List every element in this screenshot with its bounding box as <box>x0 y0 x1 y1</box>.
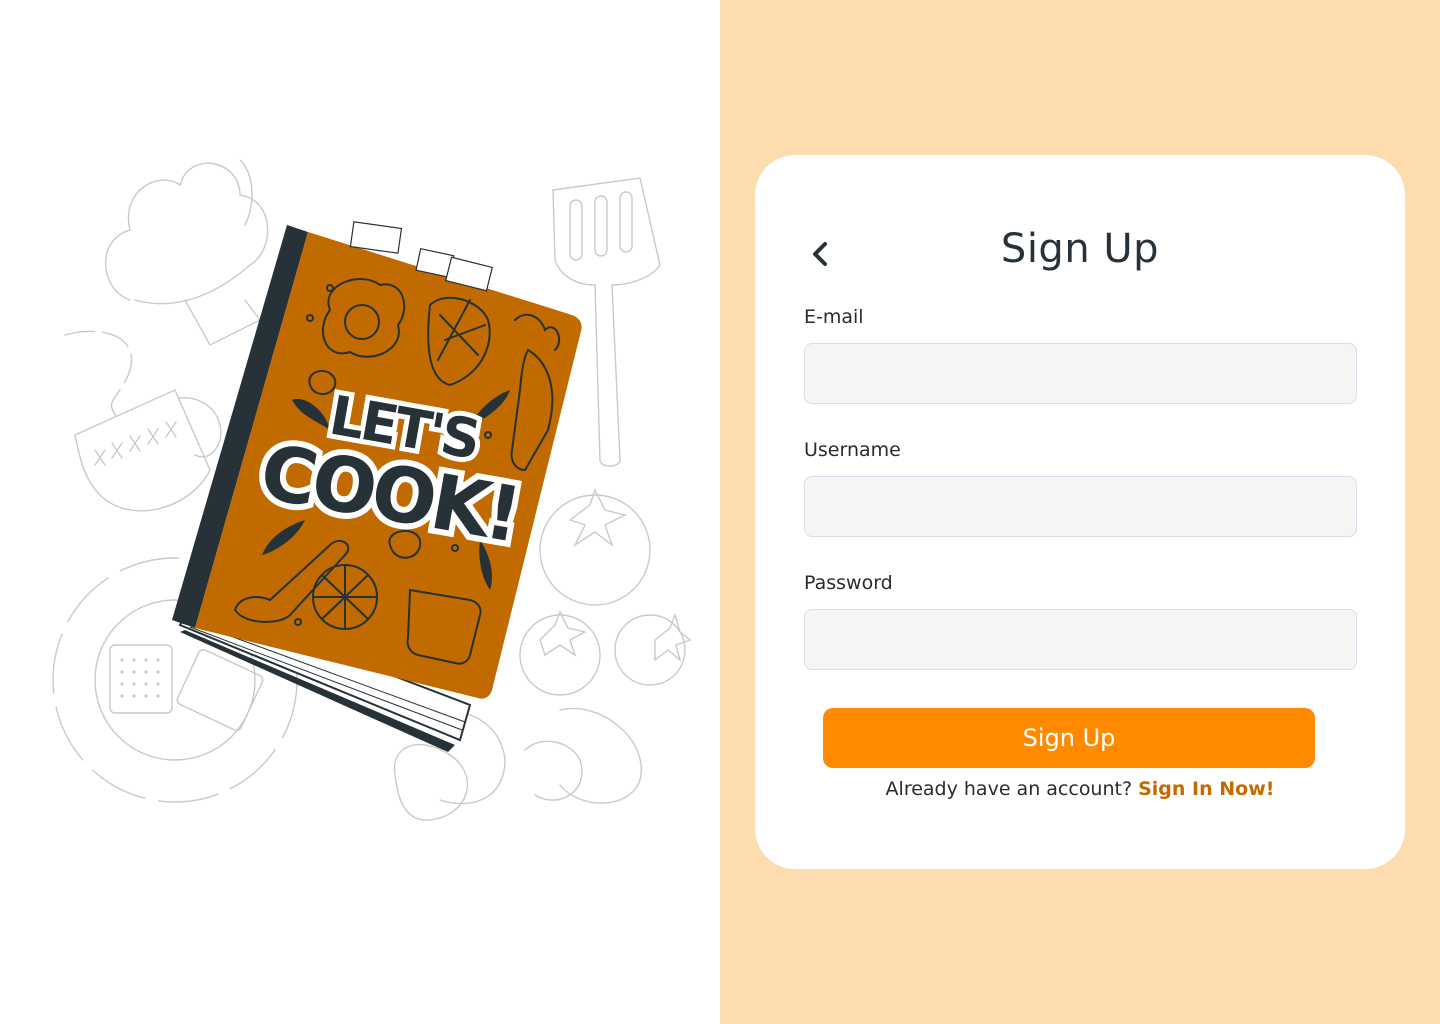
cookbook-illustration: LET'S COOK! <box>52 159 692 821</box>
signin-prompt-row: Already have an account? Sign In Now! <box>755 778 1405 800</box>
page-title: Sign Up <box>1000 226 1160 272</box>
signin-link[interactable]: Sign In Now! <box>1138 778 1274 800</box>
password-field[interactable] <box>804 609 1357 670</box>
email-field[interactable] <box>804 343 1357 404</box>
signup-button[interactable]: Sign Up <box>823 708 1315 768</box>
illustration-panel: LET'S COOK! <box>0 0 720 1024</box>
email-label: E-mail <box>804 306 864 328</box>
signin-prompt-text: Already have an account? <box>885 778 1133 800</box>
username-field[interactable] <box>804 476 1357 537</box>
username-label: Username <box>804 439 901 461</box>
password-label: Password <box>804 572 893 594</box>
